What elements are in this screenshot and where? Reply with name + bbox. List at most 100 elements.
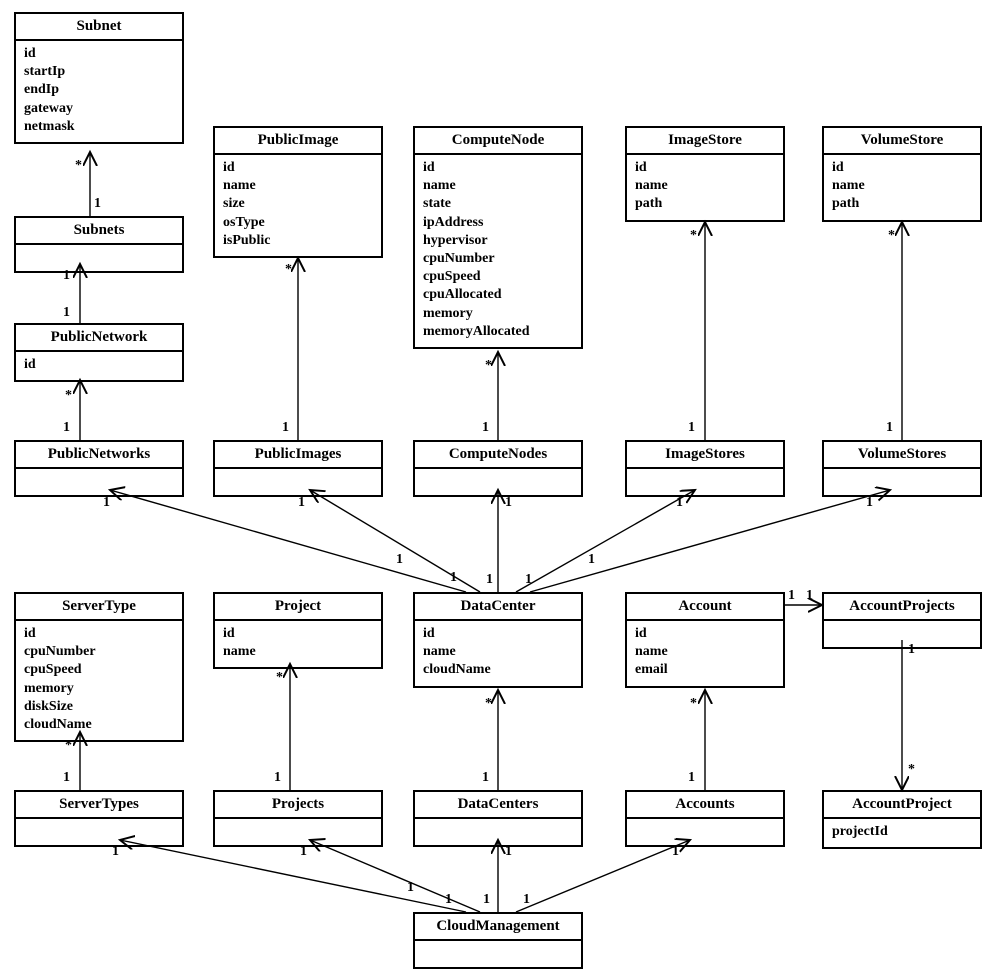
class-publicimage: PublicImage id name size osType isPublic bbox=[213, 126, 383, 258]
class-volumestore: VolumeStore id name path bbox=[822, 126, 982, 222]
mult-star: * bbox=[888, 228, 895, 244]
class-project: Project id name bbox=[213, 592, 383, 669]
mult-one: 1 bbox=[688, 420, 695, 436]
class-servertype: ServerType id cpuNumber cpuSpeed memory … bbox=[14, 592, 184, 742]
class-attrs: id name state ipAddress hypervisor cpuNu… bbox=[415, 155, 581, 347]
class-datacenters: DataCenters bbox=[413, 790, 583, 847]
class-accounts: Accounts bbox=[625, 790, 785, 847]
class-title: PublicNetwork bbox=[16, 325, 182, 352]
mult-one: 1 bbox=[483, 892, 490, 908]
mult-one: 1 bbox=[274, 770, 281, 786]
mult-star: * bbox=[65, 388, 72, 404]
class-attrs bbox=[215, 819, 381, 845]
class-subnets: Subnets bbox=[14, 216, 184, 273]
class-accountproject: AccountProject projectId bbox=[822, 790, 982, 849]
mult-star: * bbox=[276, 670, 283, 686]
class-subnet: Subnet id startIp endIp gateway netmask bbox=[14, 12, 184, 144]
mult-star: * bbox=[908, 762, 915, 778]
class-servertypes: ServerTypes bbox=[14, 790, 184, 847]
mult-one: 1 bbox=[482, 420, 489, 436]
class-title: Projects bbox=[215, 792, 381, 819]
mult-one: 1 bbox=[588, 552, 595, 568]
class-attrs: id cpuNumber cpuSpeed memory diskSize cl… bbox=[16, 621, 182, 740]
mult-star: * bbox=[690, 228, 697, 244]
class-title: ImageStores bbox=[627, 442, 783, 469]
class-attrs: id startIp endIp gateway netmask bbox=[16, 41, 182, 142]
class-title: ComputeNode bbox=[415, 128, 581, 155]
class-computenodes: ComputeNodes bbox=[413, 440, 583, 497]
class-attrs: projectId bbox=[824, 819, 980, 847]
class-title: ImageStore bbox=[627, 128, 783, 155]
class-title: DataCenters bbox=[415, 792, 581, 819]
class-attrs: id name path bbox=[824, 155, 980, 220]
class-attrs bbox=[16, 819, 182, 845]
mult-one: 1 bbox=[486, 572, 493, 588]
mult-one: 1 bbox=[407, 880, 414, 896]
class-attrs bbox=[215, 469, 381, 495]
class-volumestores: VolumeStores bbox=[822, 440, 982, 497]
class-title: VolumeStores bbox=[824, 442, 980, 469]
mult-one: 1 bbox=[866, 495, 873, 511]
mult-star: * bbox=[65, 738, 72, 754]
class-publicnetwork: PublicNetwork id bbox=[14, 323, 184, 382]
mult-one: 1 bbox=[63, 268, 70, 284]
class-attrs: id bbox=[16, 352, 182, 380]
class-title: VolumeStore bbox=[824, 128, 980, 155]
class-title: Account bbox=[627, 594, 783, 621]
mult-one: 1 bbox=[450, 570, 457, 586]
class-publicimages: PublicImages bbox=[213, 440, 383, 497]
class-attrs: id name cloudName bbox=[415, 621, 581, 686]
class-attrs: id name bbox=[215, 621, 381, 667]
mult-one: 1 bbox=[676, 495, 683, 511]
class-attrs bbox=[415, 469, 581, 495]
class-title: ServerType bbox=[16, 594, 182, 621]
mult-one: 1 bbox=[908, 642, 915, 658]
mult-one: 1 bbox=[298, 495, 305, 511]
class-publicnetworks: PublicNetworks bbox=[14, 440, 184, 497]
class-attrs bbox=[824, 469, 980, 495]
mult-star: * bbox=[690, 696, 697, 712]
class-title: CloudManagement bbox=[415, 914, 581, 941]
class-title: DataCenter bbox=[415, 594, 581, 621]
class-title: AccountProjects bbox=[824, 594, 980, 621]
class-title: PublicNetworks bbox=[16, 442, 182, 469]
class-attrs: id name email bbox=[627, 621, 783, 686]
class-title: PublicImages bbox=[215, 442, 381, 469]
class-projects: Projects bbox=[213, 790, 383, 847]
class-imagestore: ImageStore id name path bbox=[625, 126, 785, 222]
class-title: ComputeNodes bbox=[415, 442, 581, 469]
mult-one: 1 bbox=[445, 892, 452, 908]
mult-one: 1 bbox=[300, 844, 307, 860]
mult-one: 1 bbox=[688, 770, 695, 786]
class-title: PublicImage bbox=[215, 128, 381, 155]
class-computenode: ComputeNode id name state ipAddress hype… bbox=[413, 126, 583, 349]
mult-one: 1 bbox=[672, 844, 679, 860]
class-accountprojects: AccountProjects bbox=[822, 592, 982, 649]
mult-one: 1 bbox=[63, 420, 70, 436]
class-attrs bbox=[16, 469, 182, 495]
mult-star: * bbox=[485, 696, 492, 712]
mult-one: 1 bbox=[103, 495, 110, 511]
mult-one: 1 bbox=[788, 588, 795, 604]
class-attrs: id name size osType isPublic bbox=[215, 155, 381, 256]
mult-one: 1 bbox=[505, 495, 512, 511]
class-title: Project bbox=[215, 594, 381, 621]
mult-one: 1 bbox=[806, 588, 813, 604]
mult-one: 1 bbox=[505, 844, 512, 860]
mult-star: * bbox=[485, 358, 492, 374]
mult-one: 1 bbox=[63, 305, 70, 321]
class-account: Account id name email bbox=[625, 592, 785, 688]
class-attrs bbox=[824, 621, 980, 647]
mult-one: 1 bbox=[396, 552, 403, 568]
class-title: Accounts bbox=[627, 792, 783, 819]
class-title: Subnet bbox=[16, 14, 182, 41]
class-attrs bbox=[627, 819, 783, 845]
mult-one: 1 bbox=[94, 196, 101, 212]
class-attrs bbox=[415, 941, 581, 967]
mult-one: 1 bbox=[282, 420, 289, 436]
mult-one: 1 bbox=[523, 892, 530, 908]
class-imagestores: ImageStores bbox=[625, 440, 785, 497]
class-title: ServerTypes bbox=[16, 792, 182, 819]
mult-one: 1 bbox=[112, 844, 119, 860]
class-cloudmanagement: CloudManagement bbox=[413, 912, 583, 969]
